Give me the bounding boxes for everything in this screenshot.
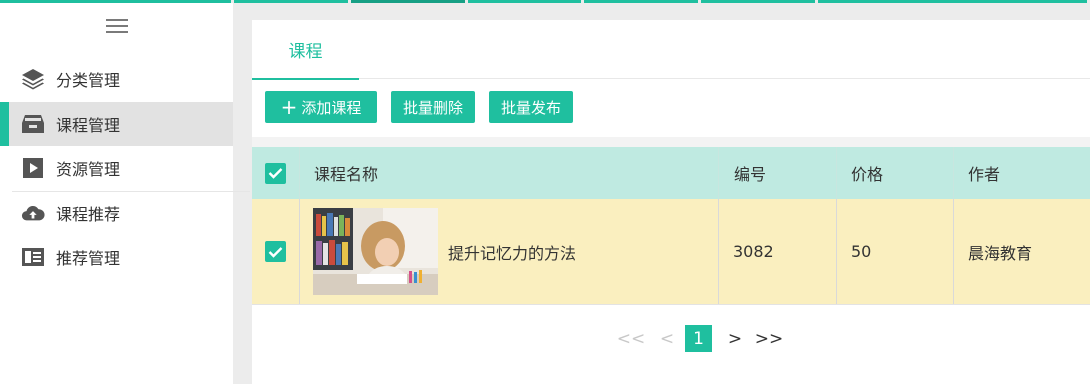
- check-icon: [268, 246, 283, 258]
- row-checkbox-cell: [252, 199, 300, 304]
- course-name[interactable]: 提升记忆力的方法: [448, 240, 576, 264]
- main-panel: 课程 + 添加课程 批量删除 批量发布 课程名称 编号 价格 作者 提升记忆力的…: [252, 20, 1090, 384]
- column-header-author[interactable]: 作者: [954, 147, 1090, 199]
- first-page-button[interactable]: <<: [617, 325, 646, 352]
- sidebar-item-category[interactable]: 分类管理: [0, 57, 233, 101]
- sidebar-item-recommend-manage[interactable]: 推荐管理: [0, 235, 233, 279]
- next-page-button[interactable]: >: [725, 325, 745, 352]
- select-all-checkbox[interactable]: [265, 162, 286, 184]
- column-header-price[interactable]: 价格: [837, 147, 954, 199]
- layers-icon: [21, 67, 45, 91]
- sidebar-item-label: 资源管理: [56, 160, 121, 179]
- toolbar: + 添加课程 批量删除 批量发布: [252, 79, 1090, 137]
- sidebar: 分类管理 课程管理 资源管理 课程推荐 推荐管理: [0, 3, 250, 384]
- course-code: 3082: [719, 199, 837, 304]
- play-icon: [21, 156, 45, 180]
- cloud-upload-icon: [21, 201, 45, 225]
- sidebar-item-label: 分类管理: [56, 71, 121, 90]
- tab-course[interactable]: 课程: [252, 20, 359, 80]
- sidebar-item-resource[interactable]: 资源管理: [0, 146, 233, 190]
- table-row[interactable]: 提升记忆力的方法 3082 50 晨海教育: [252, 199, 1090, 305]
- row-checkbox[interactable]: [265, 241, 286, 262]
- tab-bar: 课程: [252, 20, 1090, 80]
- course-price: 50: [837, 199, 954, 304]
- add-course-button[interactable]: + 添加课程: [265, 91, 377, 123]
- batch-publish-button[interactable]: 批量发布: [489, 91, 573, 123]
- pagination: << < 1 > >>: [617, 325, 783, 352]
- toolbar-separator: [252, 137, 1090, 147]
- sidebar-item-label: 课程推荐: [56, 205, 121, 224]
- inbox-icon: [21, 112, 45, 136]
- last-page-button[interactable]: >>: [755, 325, 784, 352]
- column-header-name[interactable]: 课程名称: [300, 147, 719, 199]
- sidebar-item-course[interactable]: 课程管理: [0, 102, 233, 146]
- book-icon: [21, 245, 45, 269]
- row-name-cell: 提升记忆力的方法: [300, 199, 719, 304]
- course-thumbnail[interactable]: [313, 208, 438, 295]
- sidebar-item-label: 课程管理: [56, 116, 121, 135]
- prev-page-button[interactable]: <: [657, 325, 677, 352]
- course-author: 晨海教育: [968, 243, 1033, 263]
- table-header: 课程名称 编号 价格 作者: [252, 147, 1090, 199]
- page-1-button[interactable]: 1: [685, 325, 712, 352]
- batch-delete-button[interactable]: 批量删除: [391, 91, 475, 123]
- hamburger-icon[interactable]: [106, 19, 128, 35]
- sidebar-item-recommend[interactable]: 课程推荐: [0, 191, 233, 235]
- plus-icon: +: [280, 95, 298, 119]
- sidebar-item-label: 推荐管理: [56, 249, 121, 268]
- column-header-code[interactable]: 编号: [719, 147, 837, 199]
- header-checkbox-cell: [252, 147, 300, 199]
- add-course-label: 添加课程: [301, 98, 362, 117]
- check-icon: [268, 168, 283, 179]
